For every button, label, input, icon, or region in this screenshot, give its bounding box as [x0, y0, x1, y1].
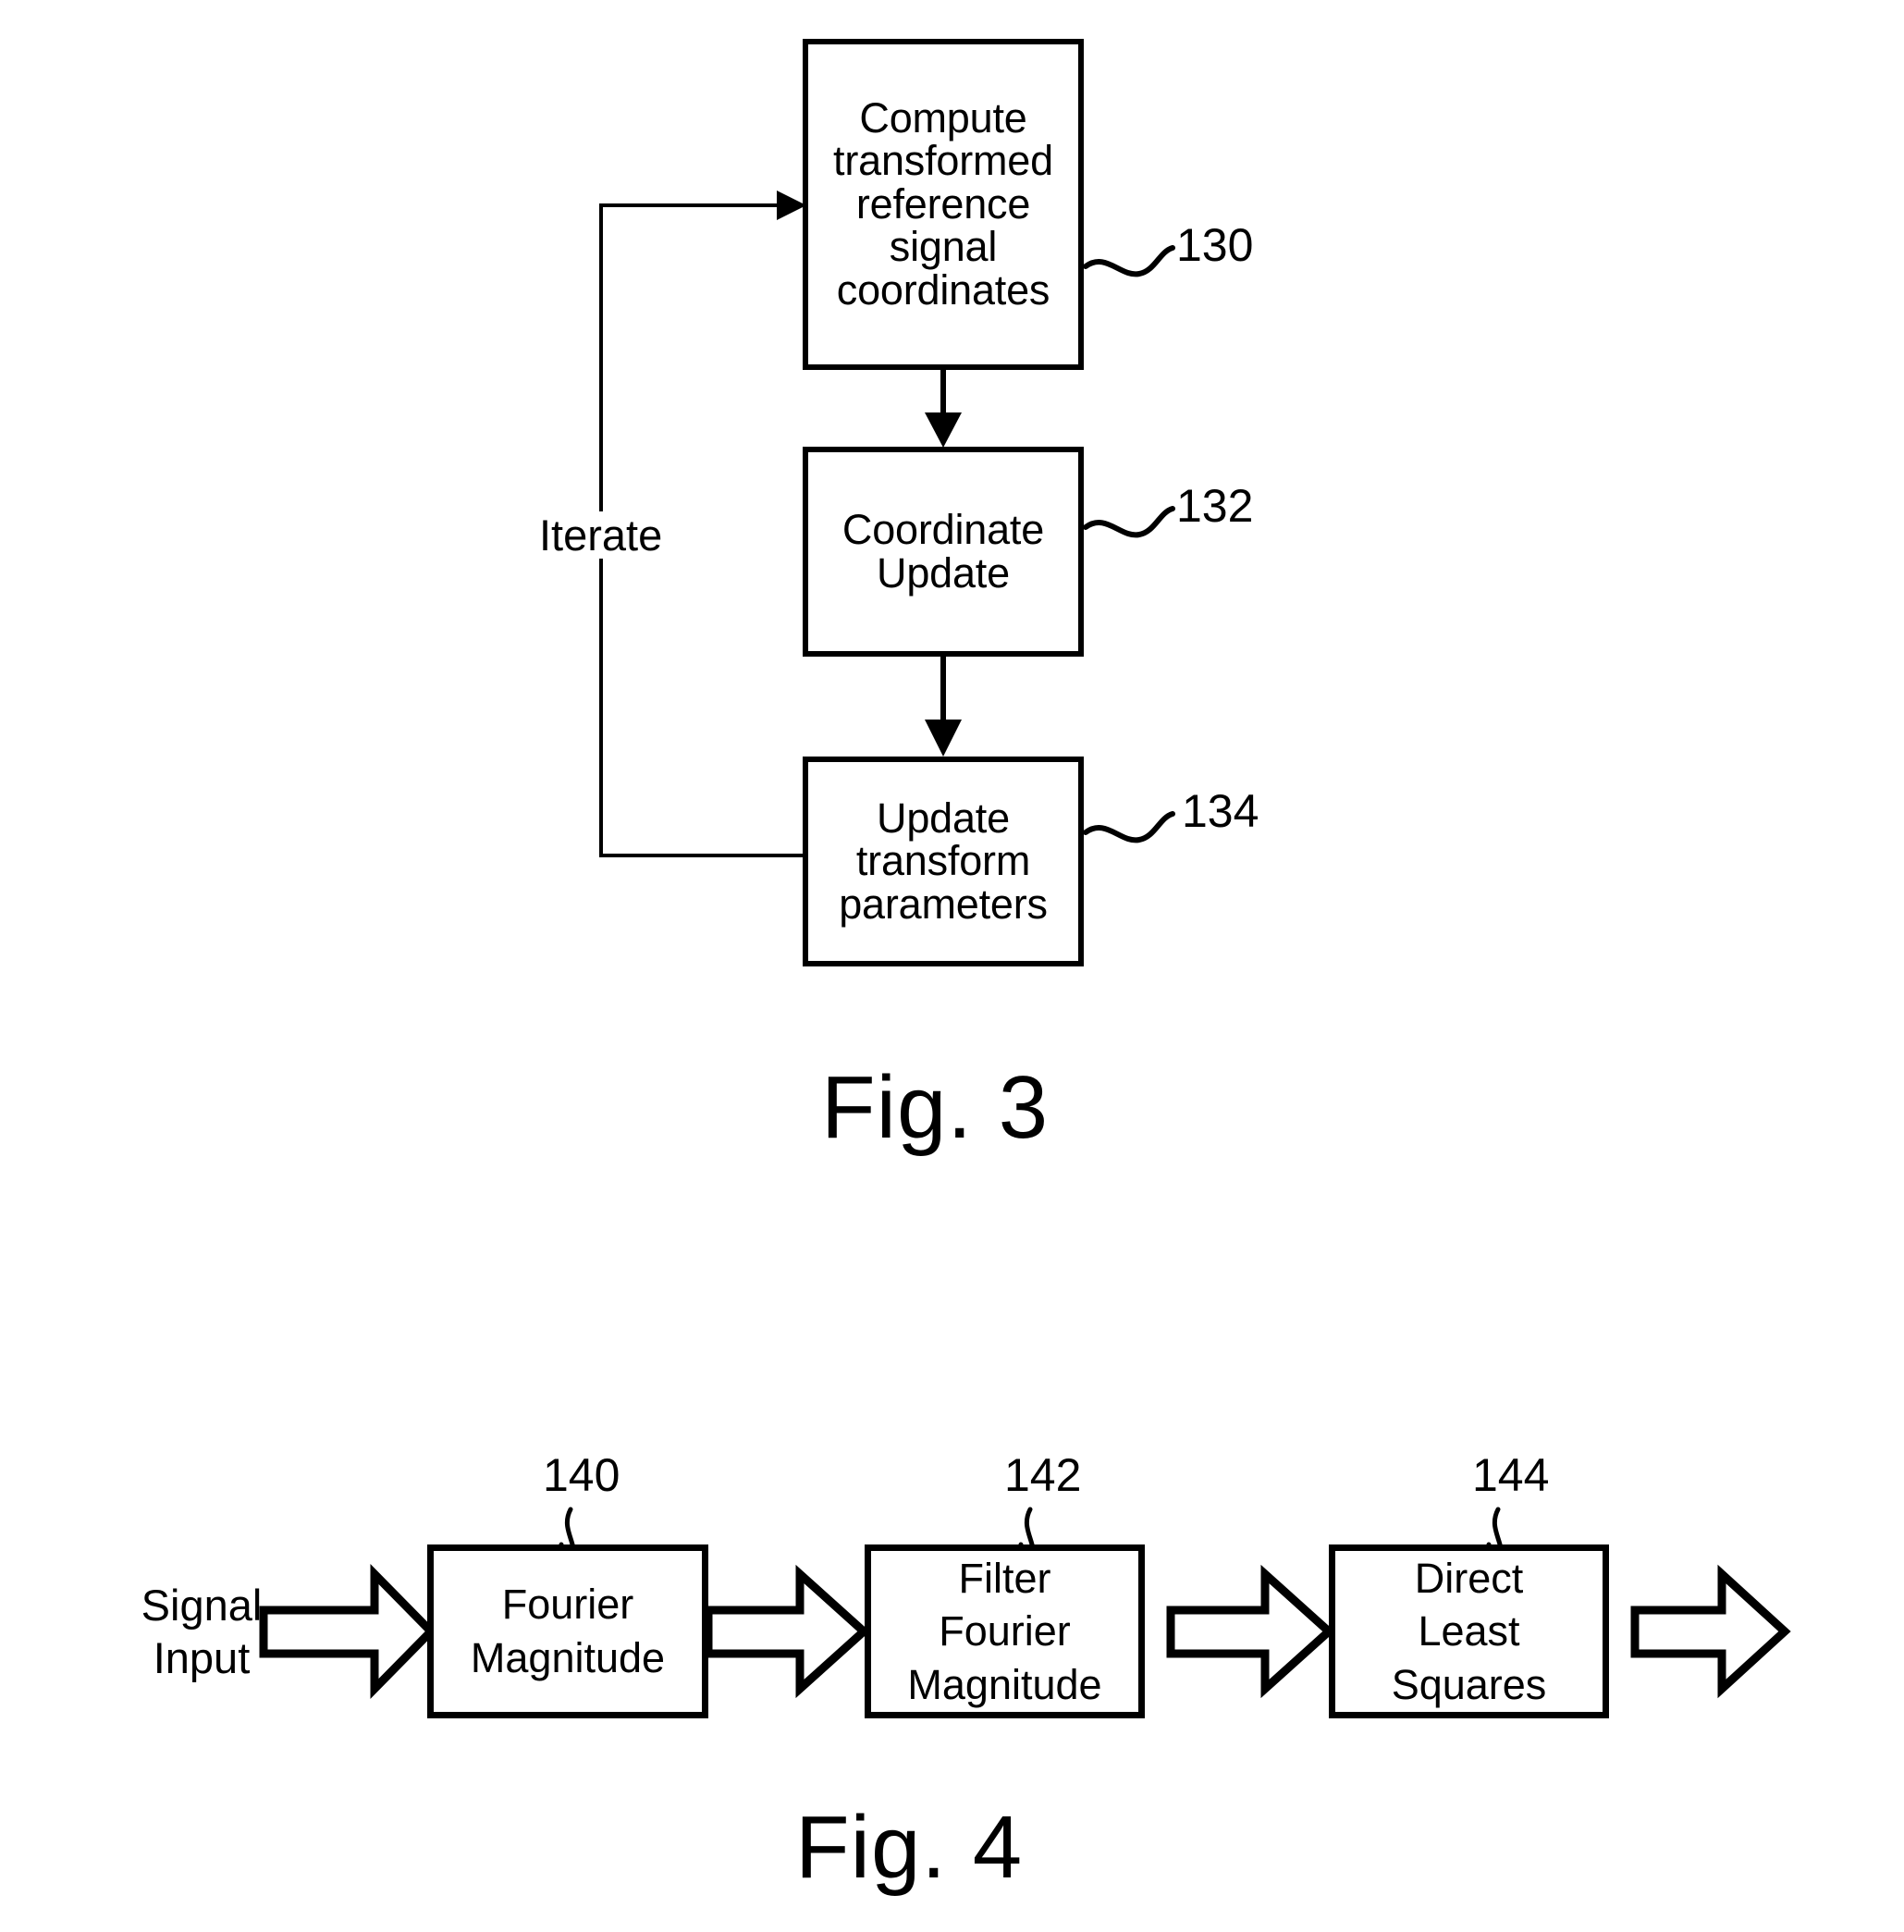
fig3-connector-132-to-134 [925, 657, 962, 757]
block-arrow-fourier-to-filter [704, 1564, 870, 1699]
reference-numeral-140: 140 [543, 1449, 620, 1501]
leader-line-130 [1083, 245, 1175, 277]
fig4-block-direct-least-squares: Direct Least Squares [1329, 1544, 1609, 1718]
reference-numeral-134: 134 [1182, 785, 1259, 837]
reference-numeral-142: 142 [1004, 1449, 1082, 1501]
reference-numeral-132: 132 [1176, 480, 1254, 532]
fig4-block-filter-fourier-magnitude: Filter Fourier Magnitude [865, 1544, 1145, 1718]
fig4-signal-input-label: Signal Input [141, 1581, 263, 1683]
fig4-block-label-144: Direct Least Squares [1391, 1554, 1547, 1708]
patent-drawing-sheet: Compute transformed reference signal coo… [0, 0, 1904, 1932]
fig3-block-compute-transformed-reference-signal-coordinates: Compute transformed reference signal coo… [803, 39, 1084, 370]
fig4-block-label-140: Fourier Magnitude [470, 1581, 666, 1681]
fig4-caption: Fig. 4 [795, 1798, 1024, 1897]
reference-numeral-144: 144 [1472, 1449, 1550, 1501]
fig3-block-update-transform-parameters: Update transform parameters [803, 757, 1084, 966]
fig4-block-fourier-magnitude: Fourier Magnitude [427, 1544, 708, 1718]
fig3-connector-130-to-132 [925, 370, 962, 448]
fig3-iterate-label: Iterate [534, 511, 669, 559]
fig3-block-label-134: Update transform parameters [839, 794, 1048, 928]
fig3-caption: Fig. 3 [821, 1058, 1050, 1157]
fig4-block-label-142: Filter Fourier Magnitude [907, 1554, 1102, 1708]
reference-numeral-130: 130 [1176, 219, 1254, 271]
fig3-block-label-132: Coordinate Update [841, 506, 1045, 597]
leader-line-134 [1083, 811, 1175, 843]
fig3-block-coordinate-update: Coordinate Update [803, 447, 1084, 657]
block-arrow-filter-to-dls [1166, 1564, 1335, 1699]
block-arrow-output [1630, 1564, 1791, 1699]
fig3-block-label-130: Compute transformed reference signal coo… [833, 94, 1053, 314]
leader-line-132 [1083, 506, 1175, 538]
